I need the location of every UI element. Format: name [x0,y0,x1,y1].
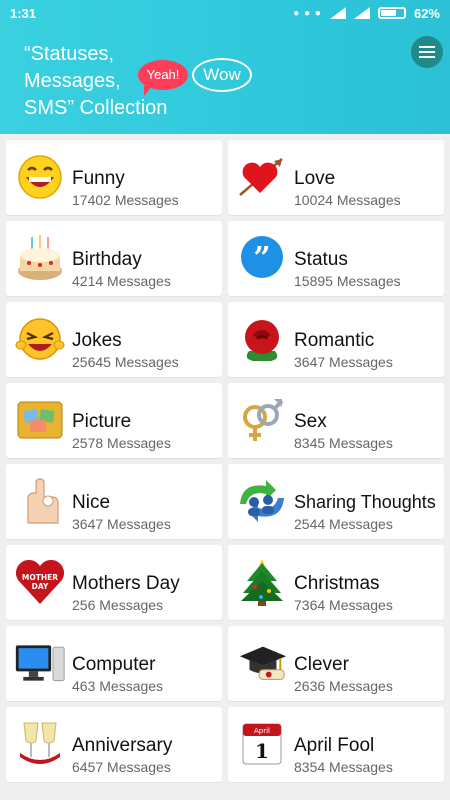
category-computer[interactable]: Computer 463 Messages [6,626,222,701]
title-line-3: SMS” Collection [24,97,168,119]
category-name: Anniversary [72,735,173,756]
category-count: 2578 Messages [72,435,171,451]
category-jokes[interactable]: Jokes 25645 Messages [6,302,222,377]
category-count: 10024 Messages [294,192,401,208]
signal-icon [329,7,346,19]
category-count: 8345 Messages [294,435,393,451]
category-name: Birthday [72,249,142,270]
notification-dots-icon: ● ● ● [293,7,322,19]
status-time: 1:31 [10,5,37,21]
category-count: 256 Messages [72,597,164,613]
battery-percent: 62% [413,5,440,21]
category-mothers-day[interactable]: MOTHER DAY Mothers Day 256 Messages [6,545,222,620]
graduation-cap-icon [236,638,288,688]
category-count: 25645 Messages [72,354,179,370]
rose-icon [236,314,288,364]
category-april-fool[interactable]: April 1 April Fool 8354 Messages [228,707,444,782]
category-funny[interactable]: Funny 17402 Messages [6,140,222,215]
calendar-month-text: April [254,727,270,735]
category-name: Nice [72,492,111,513]
category-anniversary[interactable]: Anniversary 6457 Messages [6,707,222,782]
category-grid: Funny 17402 Messages Love 10024 Messages [6,140,444,782]
category-name: Christmas [294,573,380,594]
mothers-day-icon-text-2: DAY [32,582,49,591]
category-sharing-thoughts[interactable]: Sharing Thoughts 2544 Messages [228,464,444,539]
category-status[interactable]: ” Status 15895 Messages [228,221,444,296]
category-name: Picture [72,411,132,432]
mothers-day-icon-text-1: MOTHER [22,573,58,582]
champagne-glasses-icon [14,719,66,769]
category-name: Clever [294,654,349,675]
category-name: Sex [294,411,327,432]
category-count: 6457 Messages [72,759,171,775]
category-name: April Fool [294,735,375,756]
mothers-day-heart-icon: MOTHER DAY [14,557,66,607]
category-count: 2544 Messages [294,516,393,532]
users-sync-icon [236,476,288,526]
laughing-face-icon [14,314,66,364]
ok-hand-icon [14,476,66,526]
birthday-cake-icon [14,233,66,283]
calendar-day-text: 1 [255,739,269,763]
menu-button[interactable] [411,36,443,68]
category-count: 7364 Messages [294,597,393,613]
hamburger-icon [419,46,435,58]
photo-folder-icon [14,395,66,445]
category-name: Status [294,249,348,270]
category-name: Love [294,168,336,189]
desktop-computer-icon [14,638,66,688]
category-count: 463 Messages [72,678,164,694]
category-romantic[interactable]: Romantic 3647 Messages [228,302,444,377]
category-clever[interactable]: Clever 2636 Messages [228,626,444,701]
category-count: 15895 Messages [294,273,401,289]
category-love[interactable]: Love 10024 Messages [228,140,444,215]
category-count: 17402 Messages [72,192,179,208]
category-count: 3647 Messages [294,354,393,370]
category-picture[interactable]: Picture 2578 Messages [6,383,222,458]
svg-text:”: ” [253,241,270,276]
category-count: 2636 Messages [294,678,393,694]
category-name: Computer [72,654,156,675]
category-christmas[interactable]: Christmas 7364 Messages [228,545,444,620]
calendar-april-icon: April 1 [236,719,288,769]
category-birthday[interactable]: Birthday 4214 Messages [6,221,222,296]
category-count: 8354 Messages [294,759,393,775]
status-bar: 1:31 ● ● ● 62% [0,0,450,26]
yeah-bubble-icon: Yeah! [138,60,188,96]
category-nice[interactable]: Nice 3647 Messages [6,464,222,539]
christmas-tree-icon [236,557,288,607]
quote-bubble-icon: ” [236,233,288,283]
category-count: 3647 Messages [72,516,171,532]
heart-arrow-icon [236,152,288,202]
category-name: Funny [72,168,125,189]
gender-symbols-icon [236,395,288,445]
category-name: Sharing Thoughts [294,492,436,512]
category-sex[interactable]: Sex 8345 Messages [228,383,444,458]
category-name: Romantic [294,330,375,351]
app-header: 1:31 ● ● ● 62% “Statuses, Messages, SMS”… [0,0,450,134]
wow-bubble-icon: Wow [192,58,252,92]
category-name: Mothers Day [72,573,180,594]
battery-icon [377,7,406,19]
category-count: 4214 Messages [72,273,171,289]
signal-icon-2 [353,7,370,19]
laughing-smiley-icon [14,152,66,202]
category-name: Jokes [72,330,122,351]
